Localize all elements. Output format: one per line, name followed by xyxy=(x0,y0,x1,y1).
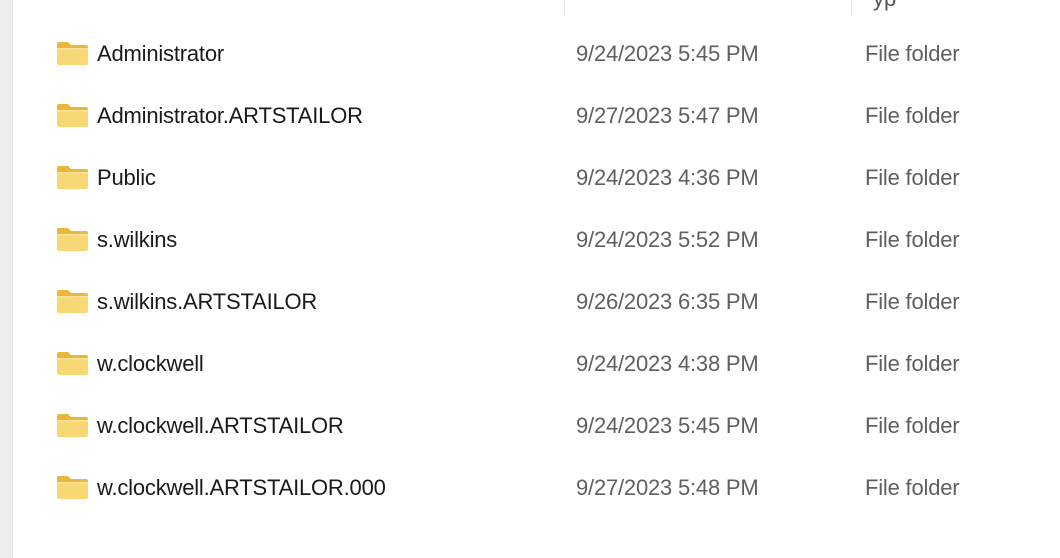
file-name: s.wilkins xyxy=(97,227,178,252)
file-type: File folder xyxy=(865,227,960,252)
file-date-modified: 9/24/2023 4:38 PM xyxy=(576,351,759,376)
folder-icon xyxy=(57,352,88,375)
folder-icon xyxy=(57,228,88,251)
file-type: File folder xyxy=(865,413,960,438)
column-header-type[interactable]: yp xyxy=(873,0,896,12)
file-date-modified: 9/27/2023 5:48 PM xyxy=(576,475,759,500)
file-row[interactable]: Administrator 9/24/2023 5:45 PM File fol… xyxy=(13,23,1060,85)
folder-icon xyxy=(57,476,88,499)
file-list: Administrator 9/24/2023 5:45 PM File fol… xyxy=(13,23,1060,519)
file-name: w.clockwell.ARTSTAILOR xyxy=(97,413,344,438)
file-date-modified: 9/24/2023 5:45 PM xyxy=(576,413,759,438)
file-date-modified: 9/27/2023 5:47 PM xyxy=(576,103,759,128)
file-row[interactable]: Administrator.ARTSTAILOR 9/27/2023 5:47 … xyxy=(13,85,1060,147)
folder-icon xyxy=(57,104,88,127)
file-type: File folder xyxy=(865,351,960,376)
file-name: w.clockwell.ARTSTAILOR.000 xyxy=(97,475,386,500)
column-divider-name-date[interactable] xyxy=(564,0,565,15)
file-row[interactable]: s.wilkins.ARTSTAILOR 9/26/2023 6:35 PM F… xyxy=(13,271,1060,333)
file-name: Public xyxy=(97,165,156,190)
file-type: File folder xyxy=(865,165,960,190)
file-row[interactable]: Public 9/24/2023 4:36 PM File folder xyxy=(13,147,1060,209)
navigation-pane-edge xyxy=(0,0,13,558)
file-date-modified: 9/24/2023 5:52 PM xyxy=(576,227,759,252)
column-divider-date-type[interactable] xyxy=(851,0,852,15)
file-row[interactable]: w.clockwell.ARTSTAILOR 9/24/2023 5:45 PM… xyxy=(13,395,1060,457)
file-date-modified: 9/24/2023 4:36 PM xyxy=(576,165,759,190)
column-header-row: yp xyxy=(13,0,1060,16)
file-name: s.wilkins.ARTSTAILOR xyxy=(97,289,318,314)
file-row[interactable]: w.clockwell.ARTSTAILOR.000 9/27/2023 5:4… xyxy=(13,457,1060,519)
folder-icon xyxy=(57,166,88,189)
folder-icon xyxy=(57,42,88,65)
folder-icon xyxy=(57,290,88,313)
file-type: File folder xyxy=(865,41,960,66)
file-name: w.clockwell xyxy=(97,351,204,376)
file-date-modified: 9/26/2023 6:35 PM xyxy=(576,289,759,314)
file-explorer-window: yp Administrator 9/24/2023 5:45 PM File … xyxy=(0,0,1060,558)
file-name: Administrator xyxy=(97,41,224,66)
file-type: File folder xyxy=(865,475,960,500)
file-type: File folder xyxy=(865,103,960,128)
file-name: Administrator.ARTSTAILOR xyxy=(97,103,363,128)
folder-icon xyxy=(57,414,88,437)
file-row[interactable]: s.wilkins 9/24/2023 5:52 PM File folder xyxy=(13,209,1060,271)
file-type: File folder xyxy=(865,289,960,314)
file-date-modified: 9/24/2023 5:45 PM xyxy=(576,41,759,66)
file-row[interactable]: w.clockwell 9/24/2023 4:38 PM File folde… xyxy=(13,333,1060,395)
